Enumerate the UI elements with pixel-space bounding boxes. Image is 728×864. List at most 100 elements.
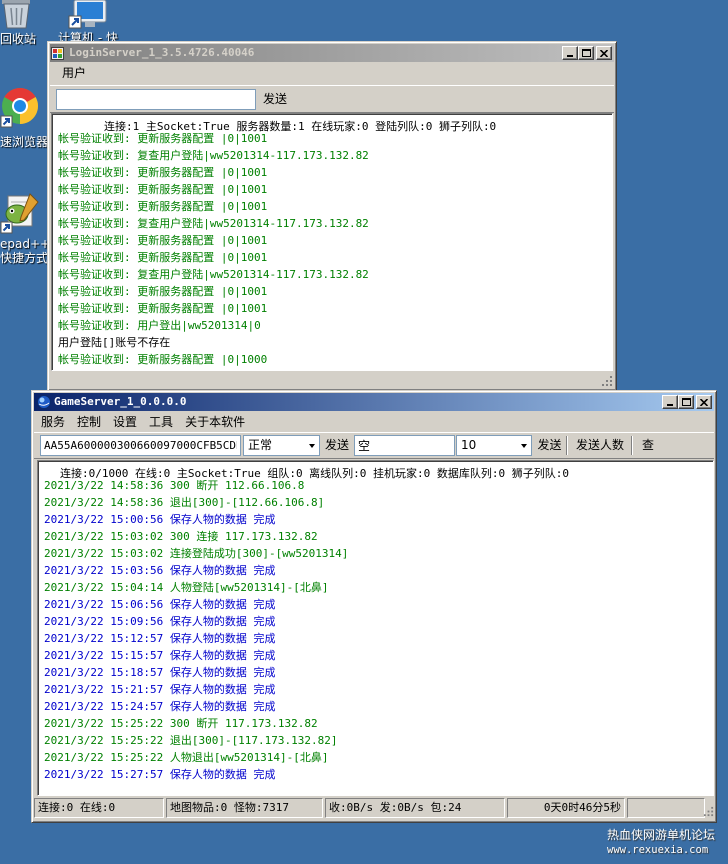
log-line: 2021/3/22 15:03:02 连接登陆成功[300]-[ww520131… <box>44 547 349 560</box>
login-status-header: 连接:1 主Socket:True 服务器数量:1 在线玩家:0 登陆列队:0 … <box>102 120 499 133</box>
log-line: 2021/3/22 15:09:56 保存人物的数据 完成 <box>44 615 276 628</box>
log-line: 2021/3/22 15:25:22 人物退出[ww5201314]-[北鼻] <box>44 751 329 764</box>
game-server-window[interactable]: GameServer_1_0.0.0.0 服务 控制 设置 工具 关于本软件 正… <box>31 390 717 823</box>
login-toolbar: 发送 <box>50 85 614 113</box>
dropdown-arrow-icon <box>309 444 315 448</box>
window-title: GameServer_1_0.0.0.0 <box>54 395 187 408</box>
minimize-icon <box>567 54 573 57</box>
maximize-button[interactable] <box>578 46 594 60</box>
recycle-bin-label[interactable]: 回收站 <box>0 32 36 46</box>
mode-select[interactable]: 正常 <box>243 435 320 456</box>
message-input[interactable] <box>354 435 455 456</box>
menu-control[interactable]: 控制 <box>71 413 107 431</box>
send-message-button[interactable]: 发送 <box>533 435 566 456</box>
log-line: 2021/3/22 15:18:57 保存人物的数据 完成 <box>44 666 276 679</box>
menu-about[interactable]: 关于本软件 <box>179 413 251 431</box>
close-icon <box>600 49 608 57</box>
log-line: 2021/3/22 15:06:56 保存人物的数据 完成 <box>44 598 276 611</box>
log-line: 帐号验证收到: 复查用户登陆|ww5201314-117.173.132.82 <box>58 217 369 230</box>
menu-settings[interactable]: 设置 <box>107 413 143 431</box>
command-hex-input[interactable] <box>40 435 241 456</box>
game-title-bar[interactable]: GameServer_1_0.0.0.0 <box>34 393 714 411</box>
game-toolbar: 正常 发送 10 发送 发送人数 查 <box>34 432 714 459</box>
send-button[interactable]: 发送 <box>321 435 353 456</box>
log-line: 帐号验证收到: 用户登出|ww5201314|0 <box>58 319 261 332</box>
size-grip-icon[interactable] <box>601 375 613 387</box>
log-line: 帐号验证收到: 更新服务器配置 |0|1001 <box>58 183 268 196</box>
close-icon <box>700 398 708 406</box>
game-log-list: 2021/3/22 14:58:36 300 断开 112.66.106.8 20… <box>38 477 713 783</box>
toolbar-separator <box>566 436 568 455</box>
menu-service[interactable]: 服务 <box>35 413 71 431</box>
notepad-shortcut[interactable] <box>0 190 42 237</box>
query-button[interactable]: 查 <box>634 435 662 456</box>
log-line: 2021/3/22 15:12:57 保存人物的数据 完成 <box>44 632 276 645</box>
log-line: 2021/3/22 15:03:02 300 连接 117.173.132.82 <box>44 530 318 543</box>
recycle-bin-shortcut[interactable] <box>0 0 34 33</box>
status-connections: 连接:0 在线:0 <box>34 798 164 818</box>
watermark-title: 热血侠网游单机论坛 <box>607 828 716 842</box>
close-button[interactable] <box>596 46 612 60</box>
recycle-bin-icon <box>2 0 30 29</box>
watermark-url: www.rexuexia.com <box>607 844 709 856</box>
minimize-icon <box>667 403 673 406</box>
notepad-label-line2[interactable]: 快捷方式 <box>0 251 48 265</box>
game-status-header: 连接:0/1000 在线:0 主Socket:True 组队:0 离线队列:0 … <box>58 467 572 480</box>
login-title-bar[interactable]: LoginServer_1_3.5.4726.40046 <box>50 44 614 62</box>
login-server-window[interactable]: LoginServer_1_3.5.4726.40046 用户 发送 连接:1 … <box>47 41 617 391</box>
browser-shortcut[interactable] <box>0 86 42 131</box>
log-line: 2021/3/22 15:15:57 保存人物的数据 完成 <box>44 649 276 662</box>
browser-icon <box>0 87 39 128</box>
computer-shortcut[interactable] <box>68 0 110 33</box>
status-empty-panel <box>627 798 705 818</box>
mode-select-value: 正常 <box>248 438 273 452</box>
count-select[interactable]: 10 <box>456 435 532 456</box>
log-line: 帐号验证收到: 复查用户登陆|ww5201314-117.173.132.82 <box>58 268 369 281</box>
log-line: 帐号验证收到: 更新服务器配置 |0|1001 <box>58 166 268 179</box>
log-line: 2021/3/22 15:03:56 保存人物的数据 完成 <box>44 564 276 577</box>
login-log-panel[interactable]: 连接:1 主Socket:True 服务器数量:1 在线玩家:0 登陆列队:0 … <box>51 113 613 371</box>
log-line: 帐号验证收到: 更新服务器配置 |0|1001 <box>58 302 268 315</box>
maximize-button[interactable] <box>678 395 694 409</box>
minimize-button[interactable] <box>662 395 678 409</box>
game-log-panel[interactable]: 连接:0/1000 在线:0 主Socket:True 组队:0 离线队列:0 … <box>37 460 714 796</box>
computer-icon <box>68 0 107 29</box>
log-line: 帐号验证收到: 更新服务器配置 |0|1001 <box>58 251 268 264</box>
login-bottom-strip <box>50 371 614 388</box>
menu-tools[interactable]: 工具 <box>143 413 179 431</box>
log-line: 2021/3/22 15:21:57 保存人物的数据 完成 <box>44 683 276 696</box>
status-world: 地图物品:0 怪物:7317 <box>166 798 323 818</box>
toolbar-separator <box>631 436 633 455</box>
log-line: 帐号验证收到: 更新服务器配置 |0|1001 <box>58 200 268 213</box>
notepad-plus-plus-icon <box>0 193 39 234</box>
status-uptime: 0天0时46分5秒 <box>507 798 625 818</box>
notepad-label-line1[interactable]: epad++ <box>0 237 50 251</box>
count-select-value: 10 <box>461 438 477 452</box>
send-count-button[interactable]: 发送人数 <box>569 435 631 456</box>
log-line: 用户登陆[]账号不存在 <box>58 336 171 349</box>
maximize-icon <box>581 49 591 57</box>
log-line: 2021/3/22 15:25:22 300 断开 117.173.132.82 <box>44 717 318 730</box>
log-line: 2021/3/22 15:24:57 保存人物的数据 完成 <box>44 700 276 713</box>
size-grip-icon[interactable] <box>703 806 714 817</box>
game-menu-bar: 服务 控制 设置 工具 关于本软件 <box>34 412 714 432</box>
minimize-button[interactable] <box>562 46 578 60</box>
login-command-input[interactable] <box>56 89 256 110</box>
log-line: 2021/3/22 15:25:22 退出[300]-[117.173.132.… <box>44 734 338 747</box>
log-line: 2021/3/22 15:00:56 保存人物的数据 完成 <box>44 513 276 526</box>
login-log-list: 帐号验证收到: 更新服务器配置 |0|1001 帐号验证收到: 复查用户登陆|ww… <box>52 130 612 368</box>
game-server-app-icon <box>37 395 51 409</box>
menu-user[interactable]: 用户 <box>56 64 92 82</box>
log-line: 2021/3/22 14:58:36 退出[300]-[112.66.106.8… <box>44 496 325 509</box>
login-send-button[interactable]: 发送 <box>258 89 292 110</box>
login-server-app-icon <box>51 46 64 60</box>
log-line: 2021/3/22 15:04:14 人物登陆[ww5201314]-[北鼻] <box>44 581 329 594</box>
maximize-icon <box>681 398 691 406</box>
log-line: 帐号验证收到: 更新服务器配置 |0|1001 <box>58 285 268 298</box>
desktop: { "colors": { "desktop": "#3a6ea5", "win… <box>0 0 728 864</box>
close-button[interactable] <box>696 395 712 409</box>
login-menu-bar: 用户 <box>50 63 614 83</box>
dropdown-arrow-icon <box>521 444 527 448</box>
status-traffic: 收:0B/s 发:0B/s 包:24 <box>325 798 505 818</box>
browser-label[interactable]: 速浏览器 <box>0 135 48 149</box>
